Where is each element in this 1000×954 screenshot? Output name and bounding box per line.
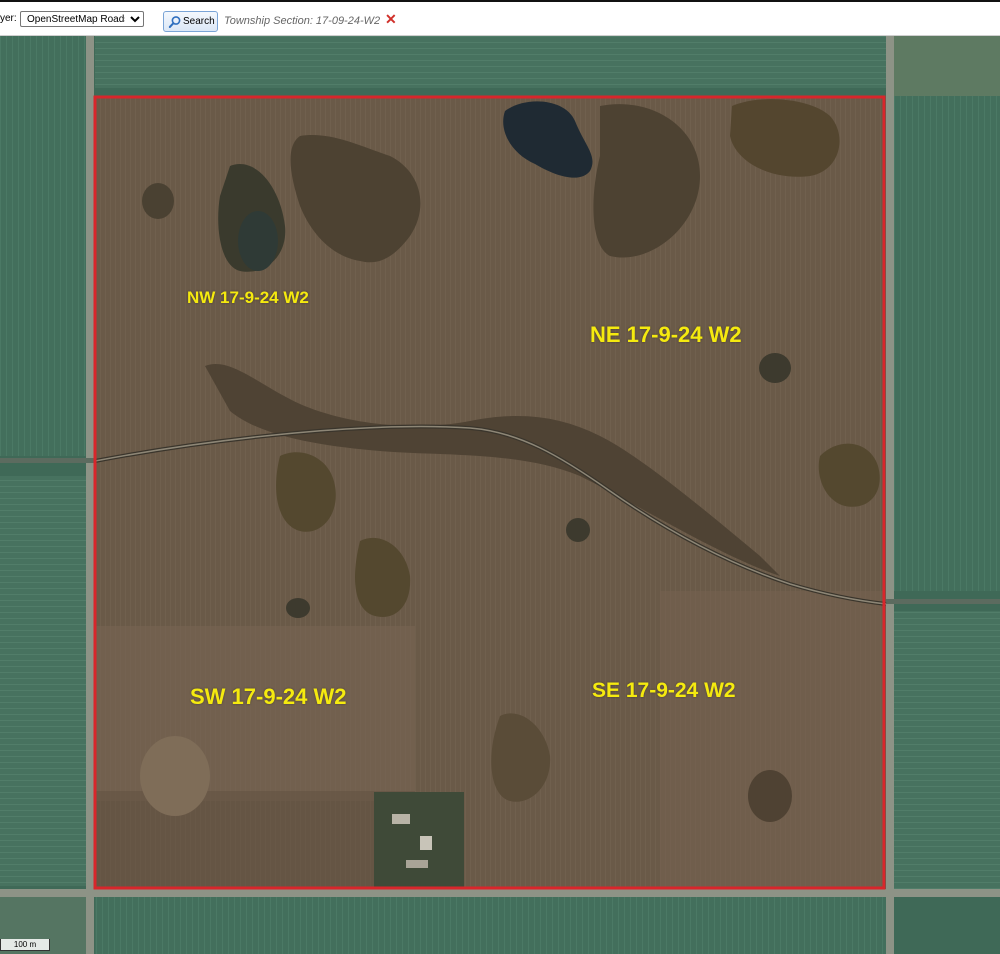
- quarter-label-nw: NW 17-9-24 W2: [187, 288, 309, 307]
- farmyard-building-3: [406, 860, 428, 868]
- road-south: [0, 889, 1000, 897]
- satellite-imagery: [0, 36, 1000, 954]
- scale-bar: 100 m: [0, 939, 50, 951]
- slough-small-3: [759, 353, 791, 383]
- slough-small-1: [286, 598, 310, 618]
- search-icon: [168, 16, 181, 28]
- field-west-south: [0, 476, 88, 886]
- search-button[interactable]: Search: [163, 11, 218, 32]
- field-northeast: [893, 36, 1000, 96]
- slough-northwest: [142, 183, 174, 219]
- township-section-text: Township Section: 17-09-24-W2: [224, 15, 381, 27]
- search-button-label: Search: [183, 16, 215, 27]
- farmyard-building-1: [392, 814, 410, 824]
- slough-southeast-2: [748, 770, 792, 822]
- slough-southwest: [140, 736, 210, 816]
- quarter-label-sw: SW 17-9-24 W2: [190, 684, 347, 709]
- farmyard: [374, 792, 464, 887]
- quarter-label-se: SE 17-9-24 W2: [592, 679, 736, 702]
- field-west-north: [0, 36, 88, 456]
- field-south: [95, 896, 888, 954]
- clear-icon[interactable]: ✕: [385, 12, 397, 26]
- road-east-link: [886, 599, 1000, 604]
- slough-small-2: [566, 518, 590, 542]
- layer-label: yer:: [0, 13, 17, 24]
- field-darker-strip: [95, 791, 415, 889]
- field-north: [95, 36, 888, 88]
- satellite-map[interactable]: NW 17-9-24 W2 NE 17-9-24 W2 SW 17-9-24 W…: [0, 36, 1000, 954]
- farmyard-building-2: [420, 836, 432, 850]
- field-east-north: [893, 36, 1000, 591]
- field-east-south: [893, 611, 1000, 891]
- field-east-strip: [660, 591, 885, 889]
- quarter-label-ne: NE 17-9-24 W2: [590, 322, 742, 347]
- map-toolbar: yer: OpenStreetMap Roads Search Township…: [0, 0, 1000, 36]
- layer-select[interactable]: OpenStreetMap Roads: [20, 11, 144, 27]
- pond-small: [238, 211, 278, 271]
- road-west: [86, 36, 94, 954]
- road-west-link: [0, 458, 96, 463]
- road-east: [886, 36, 894, 954]
